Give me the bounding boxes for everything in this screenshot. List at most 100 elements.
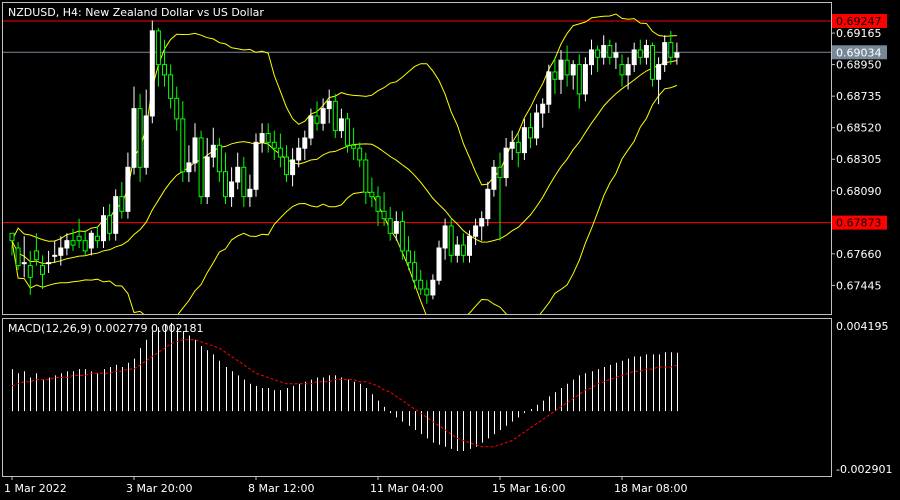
candle-body[interactable] xyxy=(363,159,369,193)
candle-body[interactable] xyxy=(82,240,88,252)
candle-body[interactable] xyxy=(674,52,680,58)
candle-body[interactable] xyxy=(637,49,643,58)
candle-body[interactable] xyxy=(418,279,424,290)
candle-body[interactable] xyxy=(582,64,588,95)
candle-body[interactable] xyxy=(119,196,125,212)
candle-body[interactable] xyxy=(149,30,155,117)
candle-body[interactable] xyxy=(619,64,625,76)
candle-body[interactable] xyxy=(479,218,485,227)
candle-body[interactable] xyxy=(485,188,491,220)
candle-body[interactable] xyxy=(601,45,607,58)
candle-body[interactable] xyxy=(552,71,558,80)
candle-body[interactable] xyxy=(631,49,637,66)
candle-body[interactable] xyxy=(503,147,509,179)
candle-body[interactable] xyxy=(168,74,174,99)
candle-body[interactable] xyxy=(393,221,399,234)
candle-body[interactable] xyxy=(369,191,375,198)
candle-body[interactable] xyxy=(265,133,271,143)
candle-body[interactable] xyxy=(406,250,411,264)
candle-body[interactable] xyxy=(210,144,216,158)
candle-body[interactable] xyxy=(107,215,113,234)
candle-body[interactable] xyxy=(454,244,460,256)
candle-body[interactable] xyxy=(326,100,332,110)
candle-body[interactable] xyxy=(186,162,192,173)
candle-body[interactable] xyxy=(375,196,381,212)
candle-body[interactable] xyxy=(613,52,619,58)
candle-body[interactable] xyxy=(46,262,52,265)
candle-body[interactable] xyxy=(204,156,210,198)
candle-body[interactable] xyxy=(650,45,655,80)
candle-body[interactable] xyxy=(442,225,448,249)
candle-body[interactable] xyxy=(125,166,131,212)
candle-body[interactable] xyxy=(430,279,436,296)
candle-body[interactable] xyxy=(180,118,186,173)
candle-body[interactable] xyxy=(88,232,94,249)
candle-body[interactable] xyxy=(27,265,33,278)
candle-body[interactable] xyxy=(58,247,64,256)
candle-body[interactable] xyxy=(21,262,27,265)
candle-body[interactable] xyxy=(314,115,320,124)
candle-body[interactable] xyxy=(338,118,344,132)
candle-body[interactable] xyxy=(192,137,198,164)
candle-body[interactable] xyxy=(101,215,106,242)
candle-body[interactable] xyxy=(320,108,326,124)
candle-body[interactable] xyxy=(284,156,289,176)
candle-body[interactable] xyxy=(540,103,546,114)
price-plot-area[interactable] xyxy=(3,13,831,335)
candle-body[interactable] xyxy=(64,240,70,249)
candle-body[interactable] xyxy=(528,127,533,139)
candle-body[interactable] xyxy=(15,247,21,267)
candle-body[interactable] xyxy=(302,137,308,149)
candle-body[interactable] xyxy=(94,235,100,242)
candle-body[interactable] xyxy=(509,141,515,149)
candle-body[interactable] xyxy=(198,137,204,198)
candle-body[interactable] xyxy=(357,147,363,161)
candle-body[interactable] xyxy=(570,64,576,76)
candle-body[interactable] xyxy=(595,49,601,58)
candle-body[interactable] xyxy=(534,112,540,139)
candle-body[interactable] xyxy=(113,196,119,234)
candle-body[interactable] xyxy=(40,265,45,275)
candle-body[interactable] xyxy=(412,262,418,281)
candle-body[interactable] xyxy=(576,64,582,95)
candle-body[interactable] xyxy=(515,141,521,154)
candle-body[interactable] xyxy=(76,235,82,242)
candle-body[interactable] xyxy=(345,118,350,146)
candle-body[interactable] xyxy=(9,232,15,242)
candle-body[interactable] xyxy=(436,247,442,281)
candle-body[interactable] xyxy=(558,59,564,80)
candle-body[interactable] xyxy=(589,49,594,66)
candle-body[interactable] xyxy=(351,144,357,149)
candle-body[interactable] xyxy=(229,181,235,198)
candle-body[interactable] xyxy=(656,64,662,80)
candle-body[interactable] xyxy=(643,45,649,58)
candle-body[interactable] xyxy=(155,30,161,66)
candle-body[interactable] xyxy=(381,210,387,220)
candle-body[interactable] xyxy=(162,64,167,76)
candle-body[interactable] xyxy=(290,159,296,176)
candle-body[interactable] xyxy=(467,235,472,256)
candle-body[interactable] xyxy=(473,225,479,237)
trading-chart[interactable]: 0.69165 0.68950 0.68735 0.68520 0.68305 0.680… xyxy=(0,0,900,500)
candle-body[interactable] xyxy=(137,108,143,168)
candle-body[interactable] xyxy=(271,141,277,149)
candle-body[interactable] xyxy=(216,144,222,173)
candle-body[interactable] xyxy=(387,218,393,234)
candle-body[interactable] xyxy=(235,166,241,183)
candle-body[interactable] xyxy=(33,250,39,261)
candle-body[interactable] xyxy=(143,115,149,168)
candle-body[interactable] xyxy=(668,42,674,58)
candle-body[interactable] xyxy=(546,71,552,105)
candle-body[interactable] xyxy=(448,225,454,256)
candle-body[interactable] xyxy=(131,108,137,168)
candle-body[interactable] xyxy=(308,115,314,139)
candle-body[interactable] xyxy=(491,166,497,190)
candle-body[interactable] xyxy=(259,133,265,143)
candle-body[interactable] xyxy=(52,254,58,257)
candle-body[interactable] xyxy=(277,147,283,158)
candle-body[interactable] xyxy=(253,141,259,190)
macd-plot-area[interactable] xyxy=(11,322,678,451)
candle-body[interactable] xyxy=(399,221,405,252)
candle-body[interactable] xyxy=(424,288,430,296)
candle-body[interactable] xyxy=(296,147,302,161)
